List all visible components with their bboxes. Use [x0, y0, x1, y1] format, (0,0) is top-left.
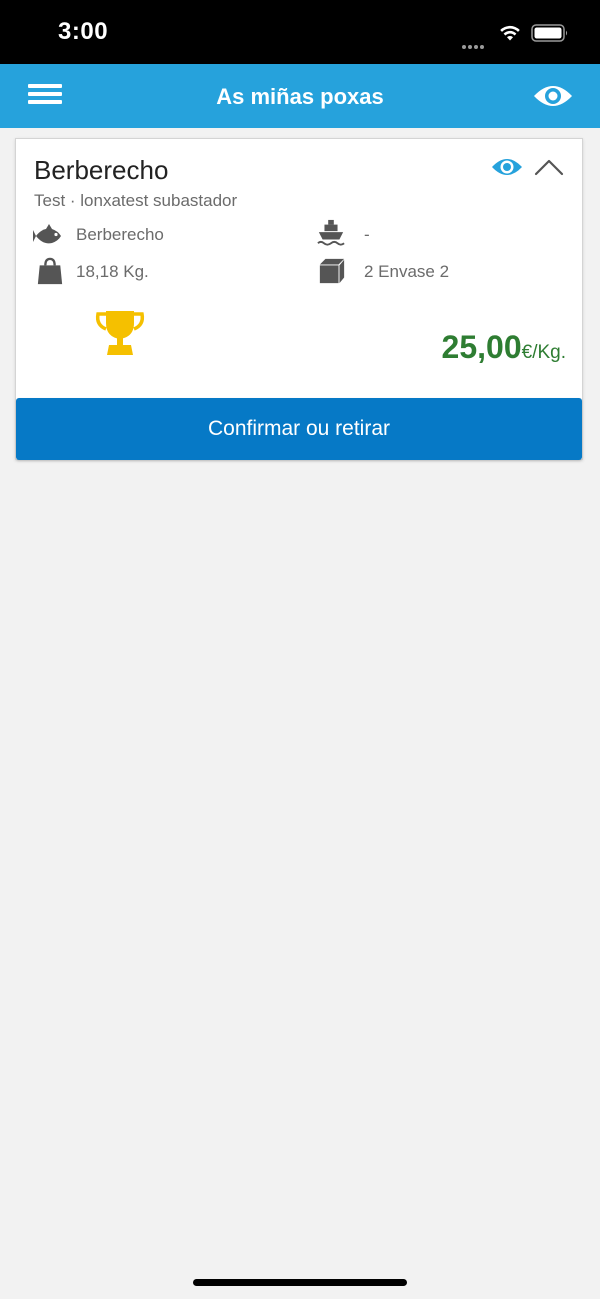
confirm-or-withdraw-button[interactable]: Confirmar ou retirar: [16, 398, 582, 460]
card-title: Berberecho: [34, 155, 169, 185]
chevron-up-icon[interactable]: [534, 157, 564, 177]
fish-icon: [33, 224, 61, 244]
packaging-text: 2 Envase 2: [364, 262, 450, 281]
app-header: As miñas poxas: [0, 64, 600, 128]
price-value: 25,00: [441, 329, 522, 365]
status-bar: 3:00: [0, 0, 600, 64]
auction-card: Berberecho Test · lonxatest subastador B…: [15, 138, 583, 460]
card-subtitle: Test · lonxatest subastador: [34, 191, 238, 210]
eye-icon[interactable]: [491, 156, 523, 178]
status-time: 3:00: [58, 18, 109, 45]
eye-icon[interactable]: [532, 82, 574, 110]
trophy-icon: [95, 311, 145, 355]
box-icon: [319, 258, 345, 284]
ship-icon: [317, 219, 345, 246]
battery-icon: [531, 24, 568, 42]
vessel-text: -: [364, 225, 370, 244]
cellular-signal-icon: [462, 36, 490, 49]
page-title: As miñas poxas: [216, 84, 384, 109]
weight-text: 18,18 Kg.: [76, 262, 149, 281]
species-text: Berberecho: [76, 225, 164, 244]
price-unit: €/Kg.: [521, 342, 566, 363]
home-indicator[interactable]: [193, 1279, 407, 1286]
wifi-icon: [500, 25, 520, 41]
shopping-bag-icon: [37, 257, 63, 285]
price: 25,00€/Kg.: [442, 329, 566, 366]
